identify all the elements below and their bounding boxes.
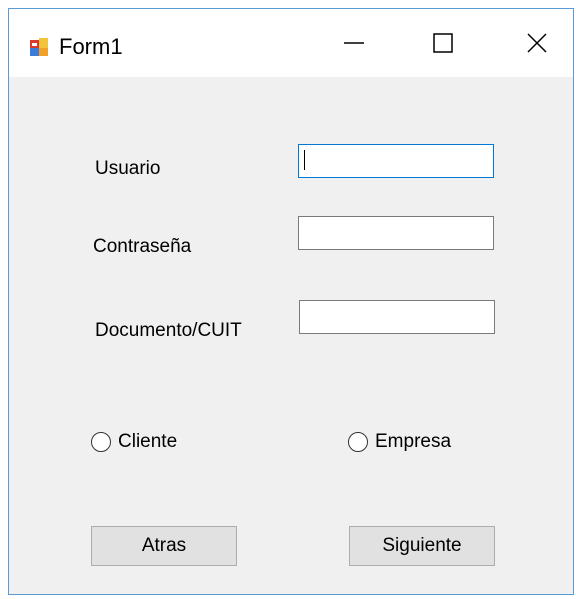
title-bar[interactable]: Form1 [9,9,573,77]
siguiente-button[interactable]: Siguiente [349,526,495,566]
radio-button-circle[interactable] [348,432,368,452]
maximize-button[interactable] [412,9,474,77]
minimize-button[interactable] [323,9,385,77]
documento-cuit-input[interactable] [299,300,495,334]
usuario-field-wrapper [298,144,494,178]
contrasena-input[interactable] [298,216,494,250]
usuario-input[interactable] [298,144,494,178]
windows-form-icon [29,37,49,57]
usuario-label: Usuario [95,158,161,179]
close-button[interactable] [506,9,568,77]
form-client-area: Usuario Contraseña Documento/CUIT Client… [9,77,573,594]
radio-button-circle[interactable] [91,432,111,452]
close-icon [526,32,548,54]
empresa-radio[interactable]: Empresa [348,430,451,454]
atras-button[interactable]: Atras [91,526,237,566]
text-caret [304,150,305,170]
cliente-radio-label: Cliente [118,431,178,452]
maximize-icon [432,32,454,54]
documento-cuit-label: Documento/CUIT [95,320,242,341]
contrasena-label: Contraseña [93,236,192,257]
empresa-radio-label: Empresa [375,431,452,452]
window-title: Form1 [59,34,123,59]
minimize-icon [343,32,365,54]
cliente-radio[interactable]: Cliente [91,430,177,454]
form1-window: Form1 Usuario Contraseña Documento/CUIT … [8,8,574,595]
